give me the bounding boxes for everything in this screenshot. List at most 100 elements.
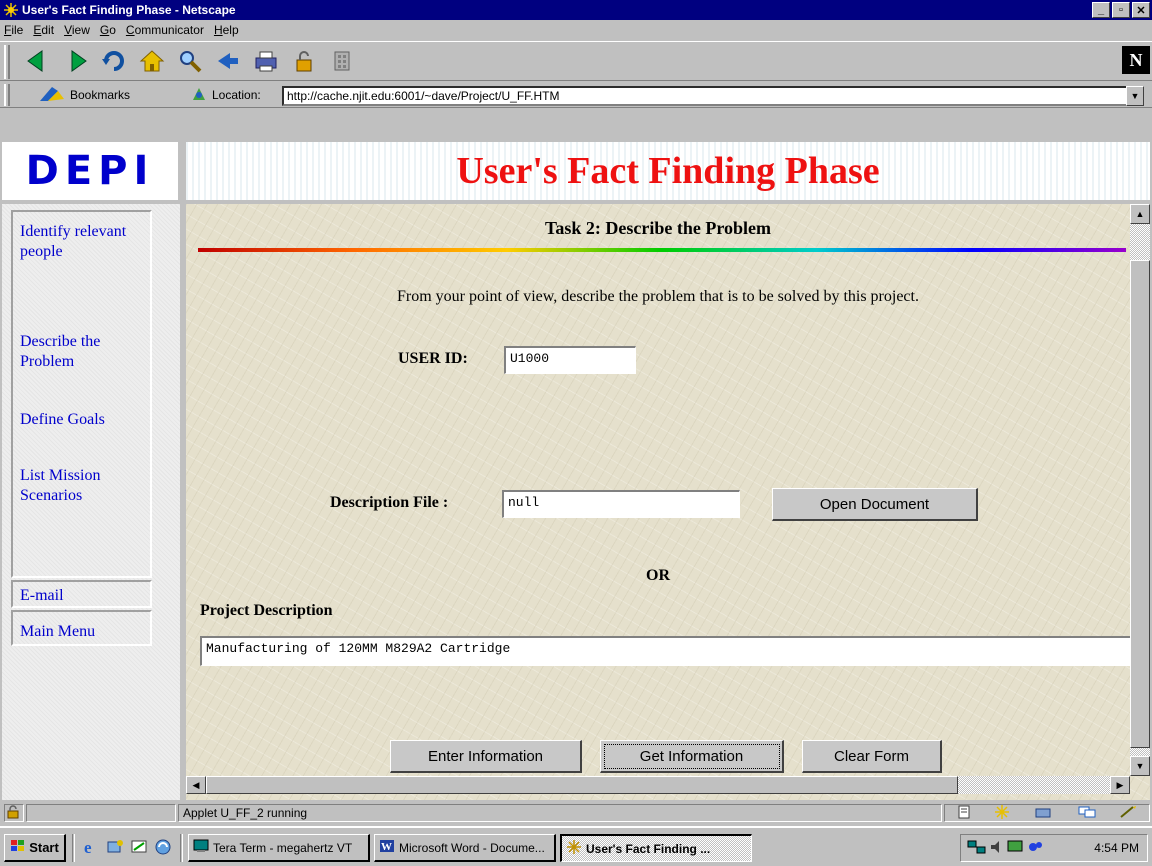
show-desktop-icon[interactable] <box>128 836 150 858</box>
windows-taskbar: Start e Tera Term - megahertz VT W Micro… <box>0 826 1152 866</box>
scroll-right-icon[interactable]: ▶ <box>1110 776 1130 794</box>
nav-link-describe-problem[interactable]: Describe the Problem <box>20 332 150 372</box>
system-tray: 4:54 PM <box>960 834 1148 862</box>
svg-text:W: W <box>381 841 392 853</box>
or-separator: OR <box>646 567 670 584</box>
netscape-app-icon[interactable] <box>3 2 19 18</box>
scroll-up-icon[interactable]: ▲ <box>1130 204 1150 224</box>
channels-icon[interactable] <box>152 836 174 858</box>
logo-frame: DEPI <box>2 142 178 200</box>
location-url-input[interactable]: http://cache.njit.edu:6001/~dave/Project… <box>282 86 1128 106</box>
horizontal-scroll-thumb[interactable] <box>206 776 958 794</box>
netscape-task-icon <box>566 840 582 857</box>
svg-text:e: e <box>84 838 92 856</box>
vertical-scroll-thumb[interactable] <box>1130 260 1150 748</box>
document-icon[interactable] <box>957 805 971 822</box>
menu-go[interactable]: Go <box>100 23 116 37</box>
project-description-input[interactable]: Manufacturing of 120MM M829A2 Cartridge <box>200 636 1132 666</box>
minimize-icon[interactable]: _ <box>1092 2 1110 18</box>
locbar-grip[interactable] <box>4 84 10 106</box>
windows-logo-icon <box>10 839 26 856</box>
mail-icon[interactable] <box>1034 805 1054 822</box>
messenger-icon[interactable] <box>1027 839 1045 858</box>
user-id-input[interactable]: U1000 <box>504 346 636 374</box>
stop-icon[interactable] <box>324 44 360 78</box>
nav-link-define-goals[interactable]: Define Goals <box>20 410 150 430</box>
volume-icon[interactable] <box>989 839 1005 858</box>
print-icon[interactable] <box>248 44 284 78</box>
window-controls: _ ▫ ✕ <box>1090 2 1150 18</box>
network-icon[interactable] <box>967 839 987 858</box>
nav-links-box <box>11 210 152 578</box>
taskbar-divider <box>72 834 75 862</box>
menu-view[interactable]: View <box>64 23 90 37</box>
status-bar: Applet U_FF_2 running <box>0 802 1152 824</box>
task-microsoft-word[interactable]: W Microsoft Word - Docume... <box>374 834 556 862</box>
bookmarks-icon <box>38 85 66 106</box>
task-netscape-active[interactable]: User's Fact Finding ... <box>560 834 752 862</box>
navigation-toolbar: N <box>0 41 1152 81</box>
menu-communicator[interactable]: Communicator <box>126 23 204 37</box>
title-bar: User's Fact Finding Phase - Netscape _ ▫… <box>0 0 1152 20</box>
task-label: User's Fact Finding ... <box>586 841 711 856</box>
enter-information-button[interactable]: Enter Information <box>390 740 582 773</box>
open-document-button[interactable]: Open Document <box>772 488 978 521</box>
netscape-n-logo[interactable]: N <box>1122 46 1150 74</box>
location-toolbar: Bookmarks Location: http://cache.njit.ed… <box>0 82 1152 108</box>
internet-explorer-icon[interactable]: e <box>80 836 102 858</box>
bookmarks-button[interactable]: Bookmarks <box>38 85 130 105</box>
guide-icon[interactable] <box>210 44 246 78</box>
security-lock-icon[interactable] <box>4 804 24 822</box>
menu-bar: File Edit View Go Communicator Help <box>0 20 1152 40</box>
url-dropdown-icon[interactable]: ▼ <box>1126 86 1144 106</box>
menu-help[interactable]: Help <box>214 23 239 37</box>
reload-icon[interactable] <box>96 44 132 78</box>
security-icon[interactable] <box>286 44 322 78</box>
discussion-icon[interactable] <box>1078 805 1096 822</box>
word-icon: W <box>379 839 395 856</box>
forward-icon[interactable] <box>58 44 94 78</box>
description-file-input[interactable]: null <box>502 490 740 518</box>
maximize-icon[interactable]: ▫ <box>1112 2 1130 18</box>
tera-term-icon <box>193 839 209 856</box>
nav-link-identify-people[interactable]: Identify relevant people <box>20 222 150 262</box>
status-progress <box>26 804 176 822</box>
rainbow-divider <box>198 248 1126 252</box>
content-frame: Task 2: Describe the Problem From your p… <box>186 204 1150 800</box>
display-icon[interactable] <box>1007 839 1025 858</box>
nav-frame: Identify relevant people Describe the Pr… <box>2 204 180 800</box>
bookmarks-label: Bookmarks <box>70 88 131 102</box>
composer-icon[interactable] <box>1119 805 1137 822</box>
toolbar-grip[interactable] <box>4 45 10 79</box>
status-text: Applet U_FF_2 running <box>178 804 942 822</box>
outlook-express-icon[interactable] <box>104 836 126 858</box>
scroll-left-icon[interactable]: ◀ <box>186 776 206 794</box>
menu-edit[interactable]: Edit <box>33 23 54 37</box>
horizontal-scrollbar[interactable]: ◀ ▶ <box>186 776 1130 794</box>
get-information-button[interactable]: Get Information <box>600 740 784 773</box>
back-icon[interactable] <box>20 44 56 78</box>
nav-link-mission-scenarios[interactable]: List Mission Scenarios <box>20 466 150 506</box>
task-label: Tera Term - megahertz VT <box>213 840 353 855</box>
taskbar-divider <box>180 834 183 862</box>
home-icon[interactable] <box>134 44 170 78</box>
scroll-down-icon[interactable]: ▼ <box>1130 756 1150 776</box>
menu-file[interactable]: File <box>4 23 23 37</box>
task-heading: Task 2: Describe the Problem <box>545 218 771 238</box>
depi-logo: DEPI <box>25 148 155 194</box>
vertical-scrollbar[interactable]: ▲ ▼ <box>1130 204 1150 776</box>
description-file-label: Description File : <box>330 494 449 511</box>
close-icon[interactable]: ✕ <box>1132 2 1150 18</box>
navigator-icon[interactable] <box>994 804 1010 822</box>
window-title: User's Fact Finding Phase - Netscape <box>22 3 236 17</box>
instruction-text: From your point of view, describe the pr… <box>397 288 919 305</box>
clear-form-button[interactable]: Clear Form <box>802 740 942 773</box>
task-tera-term[interactable]: Tera Term - megahertz VT <box>188 834 370 862</box>
task-label: Microsoft Word - Docume... <box>399 840 545 855</box>
location-icon <box>190 85 208 106</box>
nav-link-main-menu[interactable]: Main Menu <box>20 622 150 642</box>
start-button[interactable]: Start <box>4 834 66 862</box>
search-icon[interactable] <box>172 44 208 78</box>
nav-link-email[interactable]: E-mail <box>20 586 150 606</box>
taskbar-clock[interactable]: 4:54 PM <box>1094 841 1139 855</box>
